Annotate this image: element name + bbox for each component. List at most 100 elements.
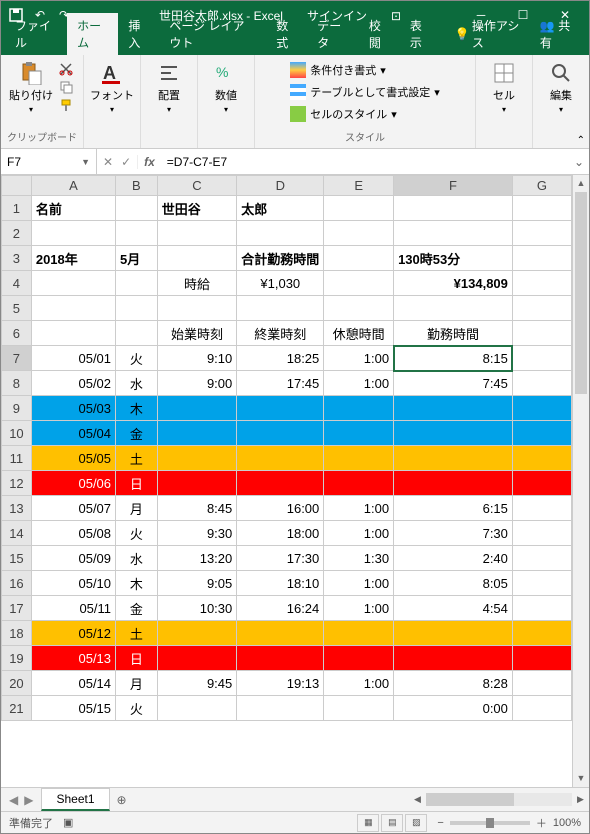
cell-D2[interactable]: [237, 221, 324, 246]
cell-A2[interactable]: [31, 221, 115, 246]
cell-A6[interactable]: [31, 321, 115, 346]
cell-F16[interactable]: 8:05: [394, 571, 513, 596]
cell-B14[interactable]: 火: [116, 521, 158, 546]
cell-D3[interactable]: 合計勤務時間: [237, 246, 324, 271]
cell-G5[interactable]: [512, 296, 571, 321]
cell-B12[interactable]: 日: [116, 471, 158, 496]
cell-E1[interactable]: [324, 196, 394, 221]
cell-B1[interactable]: [116, 196, 158, 221]
cell-F4[interactable]: ¥134,809: [394, 271, 513, 296]
row-header-12[interactable]: 12: [2, 471, 32, 496]
expand-formula-icon[interactable]: ⌄: [569, 155, 589, 169]
cell-E9[interactable]: [324, 396, 394, 421]
cell-C2[interactable]: [157, 221, 237, 246]
cell-G17[interactable]: [512, 596, 571, 621]
row-header-6[interactable]: 6: [2, 321, 32, 346]
cell-G8[interactable]: [512, 371, 571, 396]
cell-G15[interactable]: [512, 546, 571, 571]
editing-button[interactable]: 編集▾: [539, 61, 583, 114]
col-header-C[interactable]: C: [157, 176, 237, 196]
cell-D19[interactable]: [237, 646, 324, 671]
tab-data[interactable]: データ: [307, 13, 359, 55]
cell-G21[interactable]: [512, 696, 571, 721]
cell-A18[interactable]: 05/12: [31, 621, 115, 646]
name-box[interactable]: F7▼: [1, 149, 97, 174]
cell-B20[interactable]: 月: [116, 671, 158, 696]
cell-E19[interactable]: [324, 646, 394, 671]
sheet-tab[interactable]: Sheet1: [41, 788, 109, 811]
tab-review[interactable]: 校閲: [359, 13, 400, 55]
row-header-4[interactable]: 4: [2, 271, 32, 296]
cell-G3[interactable]: [512, 246, 571, 271]
cell-D21[interactable]: [237, 696, 324, 721]
cell-E11[interactable]: [324, 446, 394, 471]
normal-view-button[interactable]: ▦: [357, 814, 379, 832]
scroll-down-icon[interactable]: ▼: [573, 770, 589, 787]
col-header-A[interactable]: A: [31, 176, 115, 196]
cell-G20[interactable]: [512, 671, 571, 696]
add-sheet-button[interactable]: ⊕: [110, 793, 134, 807]
cell-C16[interactable]: 9:05: [157, 571, 237, 596]
cell-G11[interactable]: [512, 446, 571, 471]
cell-B17[interactable]: 金: [116, 596, 158, 621]
cell-D16[interactable]: 18:10: [237, 571, 324, 596]
cell-C15[interactable]: 13:20: [157, 546, 237, 571]
cell-D20[interactable]: 19:13: [237, 671, 324, 696]
format-painter-button[interactable]: [57, 97, 75, 113]
cell-D12[interactable]: [237, 471, 324, 496]
paste-button[interactable]: 貼り付け▾: [9, 61, 53, 114]
row-header-5[interactable]: 5: [2, 296, 32, 321]
cell-D17[interactable]: 16:24: [237, 596, 324, 621]
horizontal-scrollbar[interactable]: ◀ ▶: [409, 793, 589, 806]
share-button[interactable]: 👥 共有: [532, 13, 585, 55]
cell-E5[interactable]: [324, 296, 394, 321]
cell-F17[interactable]: 4:54: [394, 596, 513, 621]
cell-A9[interactable]: 05/03: [31, 396, 115, 421]
cell-F13[interactable]: 6:15: [394, 496, 513, 521]
fx-icon[interactable]: fx: [138, 155, 161, 169]
cell-B15[interactable]: 水: [116, 546, 158, 571]
format-as-table-button[interactable]: テーブルとして書式設定 ▾: [288, 83, 442, 101]
row-header-13[interactable]: 13: [2, 496, 32, 521]
cell-B9[interactable]: 木: [116, 396, 158, 421]
row-header-16[interactable]: 16: [2, 571, 32, 596]
cell-F6[interactable]: 勤務時間: [394, 321, 513, 346]
macro-record-icon[interactable]: ▣: [63, 816, 73, 829]
formula-input[interactable]: =D7-C7-E7: [161, 155, 569, 169]
row-header-19[interactable]: 19: [2, 646, 32, 671]
cell-F21[interactable]: 0:00: [394, 696, 513, 721]
row-header-1[interactable]: 1: [2, 196, 32, 221]
page-layout-view-button[interactable]: ▤: [381, 814, 403, 832]
tab-layout[interactable]: ページ レイアウト: [159, 13, 266, 55]
cell-D8[interactable]: 17:45: [237, 371, 324, 396]
cell-E7[interactable]: 1:00: [324, 346, 394, 371]
tell-me[interactable]: 💡操作アシス: [445, 13, 532, 55]
cell-C21[interactable]: [157, 696, 237, 721]
row-header-7[interactable]: 7: [2, 346, 32, 371]
col-header-E[interactable]: E: [324, 176, 394, 196]
sheet-nav-prev-icon[interactable]: ◀: [9, 793, 18, 807]
cell-G6[interactable]: [512, 321, 571, 346]
cell-C19[interactable]: [157, 646, 237, 671]
number-button[interactable]: %数値▾: [204, 61, 248, 114]
cell-F5[interactable]: [394, 296, 513, 321]
cell-D18[interactable]: [237, 621, 324, 646]
row-header-15[interactable]: 15: [2, 546, 32, 571]
cell-C13[interactable]: 8:45: [157, 496, 237, 521]
row-header-21[interactable]: 21: [2, 696, 32, 721]
cell-F8[interactable]: 7:45: [394, 371, 513, 396]
col-header-B[interactable]: B: [116, 176, 158, 196]
cell-A20[interactable]: 05/14: [31, 671, 115, 696]
cell-E6[interactable]: 休憩時間: [324, 321, 394, 346]
cell-G4[interactable]: [512, 271, 571, 296]
cell-D7[interactable]: 18:25: [237, 346, 324, 371]
cell-B13[interactable]: 月: [116, 496, 158, 521]
cell-A12[interactable]: 05/06: [31, 471, 115, 496]
tab-formulas[interactable]: 数式: [266, 13, 307, 55]
cell-B3[interactable]: 5月: [116, 246, 158, 271]
tab-view[interactable]: 表示: [400, 13, 441, 55]
cell-F2[interactable]: [394, 221, 513, 246]
tab-home[interactable]: ホーム: [67, 13, 118, 55]
cell-F12[interactable]: [394, 471, 513, 496]
cell-E10[interactable]: [324, 421, 394, 446]
